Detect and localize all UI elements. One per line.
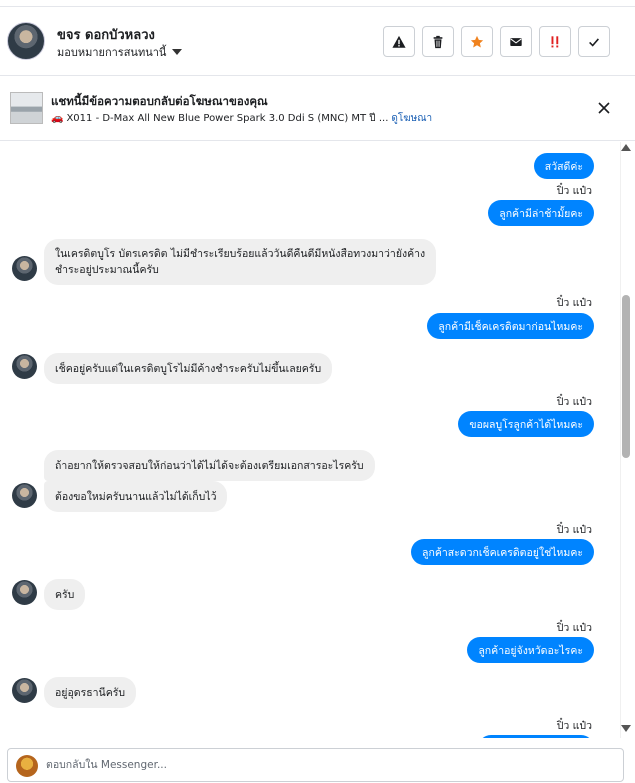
seen-by-label: ปิ๋ว แป๋ว bbox=[556, 622, 592, 634]
sender-avatar bbox=[12, 678, 37, 703]
sender-avatar bbox=[12, 256, 37, 281]
seen-by-label: ปิ๋ว แป๋ว bbox=[556, 396, 592, 408]
star-icon bbox=[470, 35, 484, 48]
sender-avatar bbox=[12, 354, 37, 379]
message-list: สวัสดีค่ะ ปิ๋ว แป๋ว ลูกค้ามีล่าช้ามั้ยคะ… bbox=[0, 142, 620, 738]
seen-by-label: ปิ๋ว แป๋ว bbox=[556, 720, 592, 732]
star-button[interactable] bbox=[461, 26, 493, 57]
report-button[interactable] bbox=[383, 26, 415, 57]
check-icon bbox=[589, 37, 599, 47]
message-outgoing: ขอผลบูโรลูกค้าได้ไหมคะ bbox=[458, 411, 594, 437]
trash-icon bbox=[433, 35, 443, 48]
message-incoming: ถ้าอยากให้ตรวจสอบให้ก่อนว่าได้ไม่ได้จะต้… bbox=[44, 450, 375, 481]
ad-banner-title: แชทนี้มีข้อความตอบกลับต่อโฆษณาของคุณ bbox=[51, 94, 268, 108]
message-outgoing: ลูกค้าสะดวกเช็คเครดิตอยู่ใช่ไหมคะ bbox=[411, 539, 594, 565]
assign-conversation-dropdown[interactable]: มอบหมายการสนทนานี้ bbox=[57, 43, 183, 61]
mail-icon bbox=[510, 37, 522, 46]
scroll-up-arrow-icon[interactable] bbox=[621, 144, 631, 151]
contact-avatar[interactable] bbox=[7, 22, 45, 60]
header-actions bbox=[383, 26, 610, 57]
warning-icon bbox=[392, 35, 406, 48]
sender-avatar bbox=[12, 580, 37, 605]
seen-by-label: ปิ๋ว แป๋ว bbox=[556, 185, 592, 197]
ad-thumbnail[interactable] bbox=[10, 92, 43, 124]
scrollbar-thumb[interactable] bbox=[622, 295, 630, 458]
view-ad-link[interactable]: ดูโฆษณา bbox=[391, 111, 432, 126]
message-outgoing: ลูกค้ามีล่าช้ามั้ยคะ bbox=[488, 200, 594, 226]
message-outgoing: สวัสดีค่ะ bbox=[533, 153, 594, 179]
mark-spam-button[interactable] bbox=[539, 26, 571, 57]
message-outgoing: ลูกค้าอยู่จังหวัดอะไรคะ bbox=[467, 637, 594, 663]
scroll-down-arrow-icon[interactable] bbox=[621, 725, 631, 732]
delete-button[interactable] bbox=[422, 26, 454, 57]
page-avatar bbox=[16, 755, 38, 777]
ad-description: X011 - D-Max All New Blue Power Spark 3.… bbox=[66, 113, 389, 124]
message-incoming: ในเครดิตบูโร บัตรเครดิต ไม่มีชำระเรียบร้… bbox=[44, 239, 437, 285]
message-incoming: อยู่อุดรธานีครับ bbox=[44, 677, 137, 708]
ad-description-line: 🚗 X011 - D-Max All New Blue Power Spark … bbox=[51, 111, 432, 126]
seen-by-label: ปิ๋ว แป๋ว bbox=[556, 297, 592, 309]
message-incoming: เช็คอยู่ครับแต่ในเครดิตบูโรไม่มีค้างชำระ… bbox=[44, 353, 333, 384]
seen-by-label: ปิ๋ว แป๋ว bbox=[556, 524, 592, 536]
ad-reply-banner: แชทนี้มีข้อความตอบกลับต่อโฆษณาของคุณ 🚗 X… bbox=[0, 77, 635, 141]
caret-down-icon bbox=[172, 49, 183, 55]
message-outgoing: ลูกค้ามีเช็คเครดิตมาก่อนไหมคะ bbox=[427, 313, 594, 339]
reply-input[interactable] bbox=[46, 749, 606, 781]
close-icon[interactable] bbox=[597, 101, 611, 115]
sender-avatar bbox=[12, 483, 37, 508]
assign-label: มอบหมายการสนทนานี้ bbox=[57, 46, 167, 59]
mark-unread-button[interactable] bbox=[500, 26, 532, 57]
reply-composer bbox=[7, 748, 624, 782]
message-outgoing-partial bbox=[478, 735, 594, 738]
contact-name[interactable]: ขจร ดอกบัวหลวง bbox=[57, 24, 155, 45]
mark-done-button[interactable] bbox=[578, 26, 610, 57]
spam-icon bbox=[551, 35, 559, 47]
message-incoming: ครับ bbox=[44, 579, 86, 610]
top-border bbox=[0, 0, 635, 7]
car-icon: 🚗 bbox=[51, 113, 64, 124]
conversation-header: ขจร ดอกบัวหลวง มอบหมายการสนทนานี้ bbox=[0, 8, 635, 76]
message-incoming: ต้องขอใหม่ครับนานแล้วไม่ได้เก็บไว้ bbox=[44, 481, 228, 512]
